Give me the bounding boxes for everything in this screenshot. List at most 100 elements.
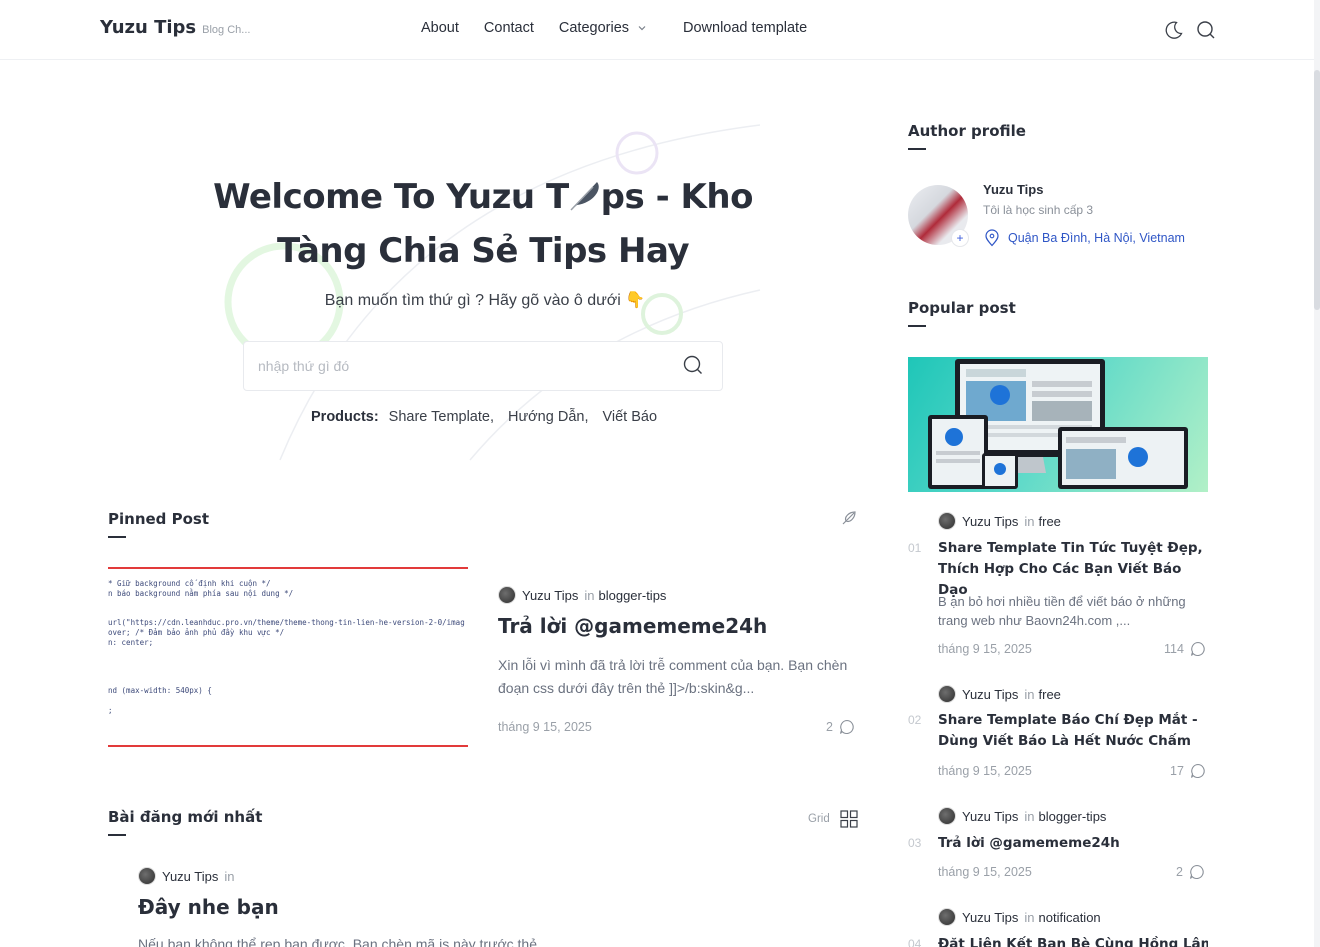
nav-contact[interactable]: Contact [484,20,534,36]
location-pin-icon [985,229,999,247]
post-in: in [1024,513,1035,529]
site-header: Yuzu Tips Blog Ch... About Contact Categ… [0,0,1320,60]
post-author[interactable]: Yuzu Tips [962,687,1018,702]
avatar [938,807,956,825]
code-line: ; [108,706,113,715]
pinned-post-comments[interactable]: 2 [826,719,855,735]
author-name[interactable]: Yuzu Tips [983,182,1043,197]
popular-post-number: 02 [908,713,922,727]
author-location: Quận Ba Đình, Hà Nội, Vietnam [984,229,1185,247]
popular-post-title[interactable]: Trả lời @gamememe24h [938,833,1208,854]
author-section-title: Author profile [908,122,1026,140]
section-underline [108,834,126,836]
comment-icon [1190,641,1205,656]
author-location-text: Quận Ba Đình, Hà Nội, Vietnam [1008,231,1185,245]
post-in: in [224,868,235,884]
popular-post-comments[interactable]: 17 [1170,763,1206,779]
product-link-viet-bao[interactable]: Viết Báo [602,409,657,425]
popular-section-title: Popular post [908,299,1016,317]
hero-search-input[interactable] [258,342,658,390]
section-underline [108,536,126,538]
post-in: in [1024,808,1035,824]
moon-icon[interactable] [1164,20,1184,40]
product-link-huong-dan[interactable]: Hướng Dẫn, [508,409,588,425]
feather-icon [570,182,599,211]
hero-title-line2: Tàng Chia Sẻ Tips Hay [276,231,690,271]
product-link-share-template[interactable]: Share Template, [389,409,494,425]
brand[interactable]: Yuzu Tips Blog Ch... [100,17,250,38]
popular-post-thumbnail[interactable] [908,357,1208,492]
popular-post-date: tháng 9 15, 2025 [938,642,1032,656]
brand-name[interactable]: Yuzu Tips [100,17,196,38]
latest-post-excerpt: Nếu bạn không thể rep bạn được. Bạn chèn… [138,936,537,947]
nav-categories[interactable]: Categories [559,20,647,36]
popular-post-title[interactable]: Đặt Liên Kết Bạn Bè Cùng Hồng Lâm [938,934,1208,947]
popular-post-number: 03 [908,836,922,850]
comment-count: 2 [1176,865,1183,879]
code-line: * Giữ background cố định khi cuộn */ [108,579,271,588]
popular-post-number: 04 [908,937,922,947]
latest-post-meta: Yuzu Tips in [138,867,235,885]
pinned-section-title: Pinned Post [108,510,210,528]
pinned-post-meta: Yuzu Tips in blogger-tips [498,586,666,604]
comment-icon [1189,864,1204,879]
popular-post-excerpt: B ạn bỏ hơi nhiều tiền để viết báo ở nhữ… [938,594,1186,628]
comment-icon [839,719,854,734]
popular-post-meta: Yuzu Tips in free [938,512,1061,530]
devices-mockup-image [928,359,1188,489]
products-list: Products: Share Template, Hướng Dẫn, Viế… [311,409,657,425]
post-author[interactable]: Yuzu Tips [962,809,1018,824]
code-line: n: center; [108,638,154,647]
brand-tagline: Blog Ch... [202,24,251,36]
comment-count: 2 [826,720,833,734]
author-bio: Tôi là học sinh cấp 3 [983,203,1094,217]
post-category[interactable]: notification [1039,910,1101,925]
popular-post-date: tháng 9 15, 2025 [938,764,1032,778]
view-toggle[interactable]: Grid [808,810,858,828]
latest-section-title: Bài đăng mới nhất [108,808,263,826]
post-author[interactable]: Yuzu Tips [162,869,218,884]
code-line: over; /* Đảm bảo ảnh phủ đầy khu vực */ [108,628,285,637]
section-underline [908,325,926,327]
comment-icon [1190,763,1205,778]
hero-title: Welcome To Yuzu T ps - Kho Tàng Chia Sẻ T… [200,170,766,278]
post-author[interactable]: Yuzu Tips [522,588,578,603]
popular-post-comments[interactable]: 114 [1164,641,1206,657]
popular-post-comments[interactable]: 2 [1176,864,1205,880]
hero-search-box [243,341,723,391]
post-category[interactable]: free [1039,514,1061,529]
avatar [938,685,956,703]
popular-post-number: 01 [908,541,922,555]
hero-title-part-b: ps - Kho [600,177,754,217]
popular-post-meta: Yuzu Tips in free [938,685,1061,703]
pinned-post-date: tháng 9 15, 2025 [498,720,592,734]
avatar [498,586,516,604]
page-scrollbar[interactable] [1314,0,1320,947]
section-underline [908,148,926,150]
nav-download-template[interactable]: Download template [683,20,807,36]
nav-about[interactable]: About [421,20,459,36]
popular-post-title[interactable]: Share Template Báo Chí Đẹp Mắt - Dùng Vi… [938,710,1208,752]
post-category[interactable]: blogger-tips [1039,809,1107,824]
main-nav: About Contact Categories Download templa… [421,20,832,36]
code-line: n báo background nằm phía sau nội dung *… [108,589,294,598]
pinned-post-title[interactable]: Trả lời @gamememe24h [498,614,767,638]
scrollbar-thumb[interactable] [1314,70,1320,310]
popular-post-meta: Yuzu Tips in notification [938,908,1101,926]
search-icon[interactable] [682,354,704,376]
post-author[interactable]: Yuzu Tips [962,910,1018,925]
post-category[interactable]: free [1039,687,1061,702]
hero-subtitle: Bạn muốn tìm thứ gì ? Hãy gõ vào ô dưới … [324,292,646,309]
post-category[interactable]: blogger-tips [599,588,667,603]
code-line: nd (max-width: 540px) { [108,686,212,695]
post-author[interactable]: Yuzu Tips [962,514,1018,529]
avatar [138,867,156,885]
search-icon[interactable] [1196,20,1216,40]
latest-post-title[interactable]: Đây nhe bạn [138,895,279,919]
avatar [938,512,956,530]
avatar [938,908,956,926]
follow-plus-icon[interactable]: + [951,229,969,247]
code-line: url("https://cdn.leanhduc.pro.vn/theme/t… [108,618,465,627]
chevron-down-icon [638,26,646,31]
pinned-post-thumbnail[interactable]: * Giữ background cố định khi cuộn */ n b… [108,567,468,747]
